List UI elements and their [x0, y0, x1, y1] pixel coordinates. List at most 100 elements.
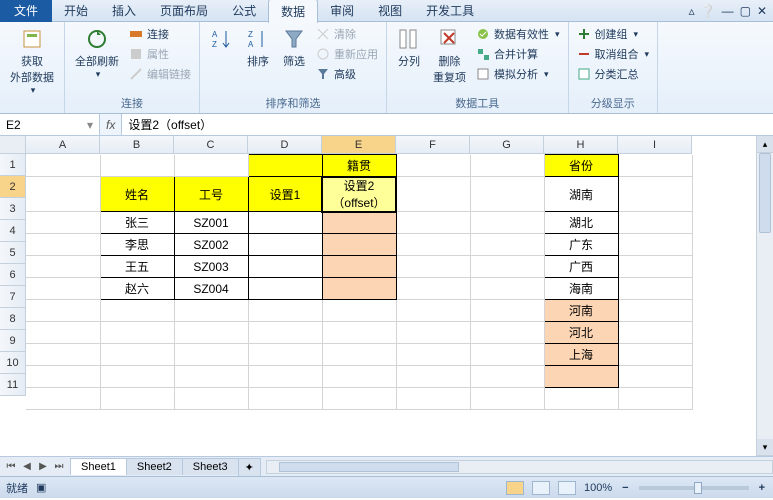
col-header-H[interactable]: H: [544, 136, 618, 154]
cell-D6[interactable]: [248, 278, 322, 300]
col-header-E[interactable]: E: [322, 136, 396, 154]
scroll-up-button[interactable]: ▴: [757, 136, 773, 153]
cell-C10[interactable]: [174, 366, 248, 388]
cell-B11[interactable]: [100, 388, 174, 410]
consolidate-button[interactable]: 合并计算: [474, 45, 562, 63]
cell-E3[interactable]: [322, 212, 396, 234]
cell-I6[interactable]: [618, 278, 692, 300]
advanced-filter-button[interactable]: 高级: [314, 65, 380, 83]
cell-C1[interactable]: [174, 155, 248, 177]
cell-C4[interactable]: SZ002: [174, 234, 248, 256]
cell-C11[interactable]: [174, 388, 248, 410]
cell-F10[interactable]: [396, 366, 470, 388]
cell-B5[interactable]: 王五: [100, 256, 174, 278]
row-header-7[interactable]: 7: [0, 286, 26, 308]
tab-file[interactable]: 文件: [0, 0, 52, 22]
cell-E8[interactable]: [322, 322, 396, 344]
remove-duplicates-button[interactable]: 删除 重复项: [429, 25, 470, 87]
cell-H1[interactable]: 省份: [544, 155, 618, 177]
ungroup-button[interactable]: 取消组合: [575, 45, 652, 63]
row-header-9[interactable]: 9: [0, 330, 26, 352]
clear-filter-button[interactable]: 清除: [314, 25, 380, 43]
get-external-data-button[interactable]: 获取 外部数据: [6, 25, 58, 98]
sheet-tab-1[interactable]: Sheet1: [70, 458, 127, 475]
reapply-button[interactable]: 重新应用: [314, 45, 380, 63]
cell-E5[interactable]: [322, 256, 396, 278]
edit-links-button[interactable]: 编辑链接: [127, 65, 193, 83]
row-header-10[interactable]: 10: [0, 352, 26, 374]
cell-A10[interactable]: [26, 366, 100, 388]
cell-F9[interactable]: [396, 344, 470, 366]
scroll-down-button[interactable]: ▾: [757, 439, 773, 456]
select-all-corner[interactable]: [0, 136, 26, 154]
tab-data[interactable]: 数据: [268, 0, 318, 23]
help-icon[interactable]: ❔: [701, 4, 716, 18]
cell-I7[interactable]: [618, 300, 692, 322]
cell-G2[interactable]: [470, 177, 544, 212]
cell-I10[interactable]: [618, 366, 692, 388]
row-header-11[interactable]: 11: [0, 374, 26, 396]
cell-F5[interactable]: [396, 256, 470, 278]
cell-H5[interactable]: 广西: [544, 256, 618, 278]
col-header-A[interactable]: A: [26, 136, 100, 154]
cell-B10[interactable]: [100, 366, 174, 388]
cell-H2[interactable]: 湖南: [544, 177, 618, 212]
col-header-G[interactable]: G: [470, 136, 544, 154]
cell-H3[interactable]: 湖北: [544, 212, 618, 234]
macro-record-icon[interactable]: ▣: [36, 481, 46, 494]
cell-D2[interactable]: 设置1: [248, 177, 322, 212]
cell-G9[interactable]: [470, 344, 544, 366]
cell-B6[interactable]: 赵六: [100, 278, 174, 300]
sheet-nav-prev[interactable]: ◀: [20, 461, 34, 472]
sheet-nav-last[interactable]: ⏭: [52, 461, 66, 472]
cell-G10[interactable]: [470, 366, 544, 388]
cell-I2[interactable]: [618, 177, 692, 212]
window-close-icon[interactable]: ✕: [757, 4, 767, 18]
data-validation-button[interactable]: 数据有效性: [474, 25, 562, 43]
name-box-input[interactable]: [6, 118, 76, 132]
cell-A11[interactable]: [26, 388, 100, 410]
cell-D1[interactable]: [248, 155, 322, 177]
vertical-scrollbar[interactable]: ▴ ▾: [756, 136, 773, 456]
cell-A2[interactable]: [26, 177, 100, 212]
col-header-C[interactable]: C: [174, 136, 248, 154]
cell-H9[interactable]: 上海: [544, 344, 618, 366]
cell-F7[interactable]: [396, 300, 470, 322]
cell-G7[interactable]: [470, 300, 544, 322]
scroll-thumb-v[interactable]: [759, 153, 771, 233]
cell-C7[interactable]: [174, 300, 248, 322]
sheet-tab-3[interactable]: Sheet3: [182, 458, 239, 475]
cell-A6[interactable]: [26, 278, 100, 300]
cell-A5[interactable]: [26, 256, 100, 278]
cell-C5[interactable]: SZ003: [174, 256, 248, 278]
cell-H8[interactable]: 河北: [544, 322, 618, 344]
cell-I1[interactable]: [618, 155, 692, 177]
tab-home[interactable]: 开始: [52, 0, 100, 22]
view-pagebreak-button[interactable]: [558, 481, 576, 495]
view-normal-button[interactable]: [506, 481, 524, 495]
subtotal-button[interactable]: 分类汇总: [575, 65, 652, 83]
cell-F6[interactable]: [396, 278, 470, 300]
cell-B1[interactable]: [100, 155, 174, 177]
cell-D9[interactable]: [248, 344, 322, 366]
cell-C2[interactable]: 工号: [174, 177, 248, 212]
tab-insert[interactable]: 插入: [100, 0, 148, 22]
whatif-button[interactable]: 模拟分析: [474, 65, 562, 83]
cell-F8[interactable]: [396, 322, 470, 344]
tab-layout[interactable]: 页面布局: [148, 0, 220, 22]
scroll-thumb-h[interactable]: [279, 462, 459, 472]
cell-H10[interactable]: [544, 366, 618, 388]
cell-H6[interactable]: 海南: [544, 278, 618, 300]
cell-D8[interactable]: [248, 322, 322, 344]
fx-icon[interactable]: fx: [106, 118, 115, 132]
row-header-4[interactable]: 4: [0, 220, 26, 242]
cell-G1[interactable]: [470, 155, 544, 177]
sort-button[interactable]: ZA排序: [242, 25, 274, 71]
row-header-1[interactable]: 1: [0, 154, 26, 176]
connections-button[interactable]: 连接: [127, 25, 193, 43]
minimize-ribbon-icon[interactable]: ▵: [689, 4, 695, 18]
cell-G8[interactable]: [470, 322, 544, 344]
col-header-I[interactable]: I: [618, 136, 692, 154]
tab-review[interactable]: 审阅: [318, 0, 366, 22]
row-header-3[interactable]: 3: [0, 198, 26, 220]
